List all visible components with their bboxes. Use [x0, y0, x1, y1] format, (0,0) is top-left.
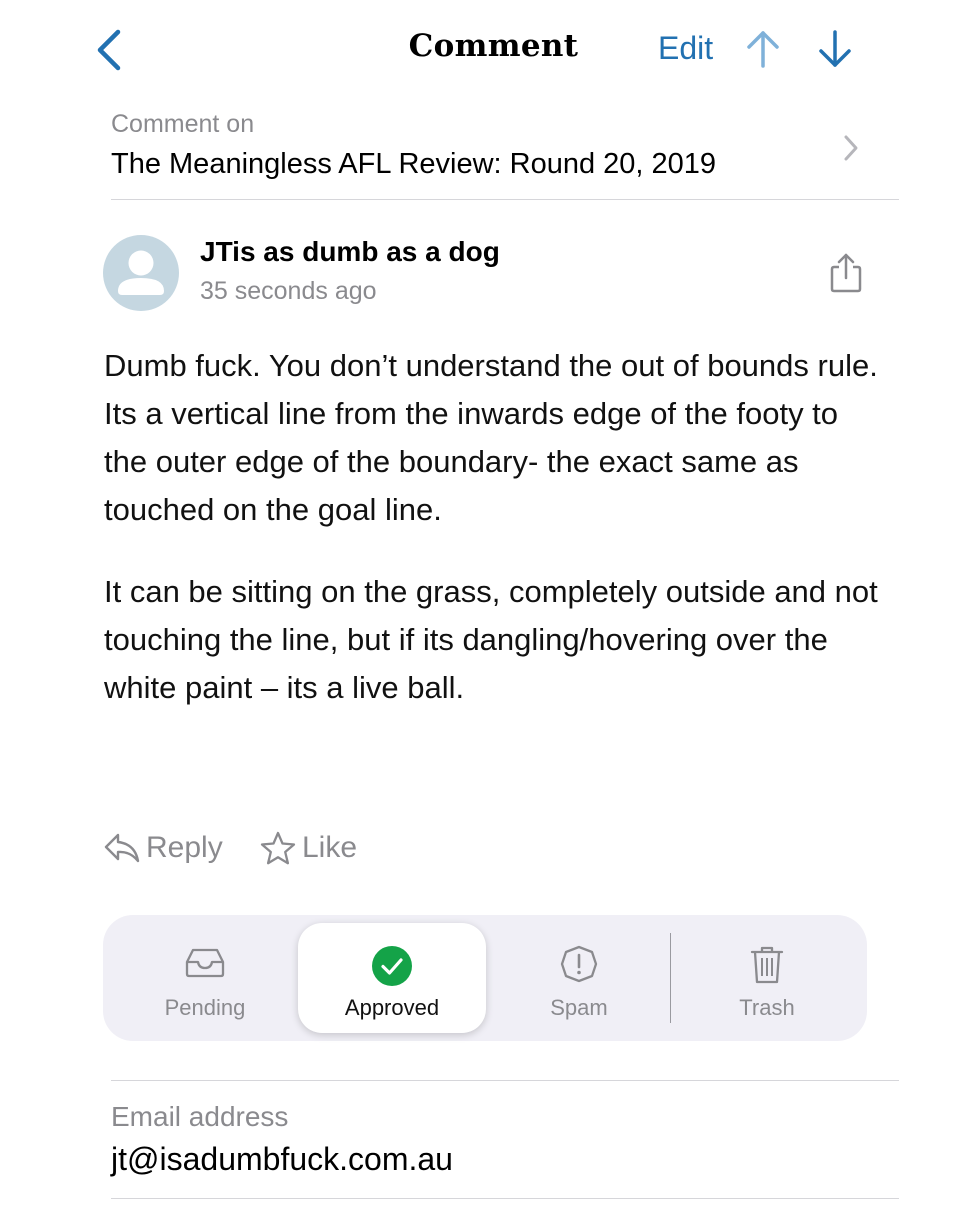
person-icon	[118, 250, 164, 295]
status-spam-label: Spam	[550, 995, 608, 1020]
share-button[interactable]	[826, 251, 866, 295]
edit-button[interactable]: Edit	[658, 30, 713, 67]
previous-comment-button[interactable]	[744, 28, 782, 70]
avatar	[103, 235, 179, 311]
next-comment-button[interactable]	[816, 28, 854, 70]
comment-paragraph: Dumb fuck. You don’t understand the out …	[104, 348, 878, 527]
reply-label: Reply	[146, 831, 223, 864]
inbox-icon	[185, 948, 225, 978]
like-label: Like	[302, 831, 358, 864]
moderation-status-control: Pending Approved Spam Trash	[103, 915, 867, 1041]
exclamation-circle-icon	[560, 945, 598, 983]
comment-body: Dumb fuck. You don’t understand the out …	[104, 342, 884, 712]
star-icon	[260, 831, 296, 865]
comment-on-caption: Comment on	[111, 110, 255, 138]
author-name: JTis as dumb as a dog	[200, 236, 500, 267]
status-spam-button[interactable]: Spam	[485, 923, 673, 1033]
email-label: Email address	[111, 1101, 289, 1132]
status-pending-label: Pending	[164, 995, 246, 1020]
segment-divider	[670, 933, 671, 1023]
chevron-right-icon	[844, 135, 858, 161]
status-trash-button[interactable]: Trash	[673, 923, 861, 1033]
arrow-down-icon	[819, 30, 851, 67]
status-pending-button[interactable]: Pending	[111, 923, 299, 1033]
comment-on-post-row[interactable]: Comment on The Meaningless AFL Review: R…	[111, 104, 899, 200]
email-value: jt@isadumbfuck.com.au	[111, 1141, 453, 1177]
comment-timestamp: 35 seconds ago	[200, 277, 377, 305]
comment-paragraph: It can be sitting on the grass, complete…	[104, 574, 878, 705]
arrow-up-icon	[747, 31, 779, 68]
post-title: The Meaningless AFL Review: Round 20, 20…	[111, 148, 717, 180]
checkmark-circle-icon	[372, 946, 412, 986]
navigation-bar: Comment Edit	[0, 0, 979, 100]
status-trash-label: Trash	[739, 995, 795, 1020]
reply-button[interactable]: Reply	[104, 826, 223, 870]
like-button[interactable]: Like	[260, 826, 357, 870]
email-address-row[interactable]: Email address jt@isadumbfuck.com.au	[111, 1080, 899, 1199]
trash-icon	[750, 946, 784, 984]
status-approved-button[interactable]: Approved	[298, 923, 486, 1033]
status-approved-label: Approved	[344, 995, 440, 1020]
reply-arrow-icon	[104, 833, 140, 863]
share-icon	[830, 253, 862, 293]
